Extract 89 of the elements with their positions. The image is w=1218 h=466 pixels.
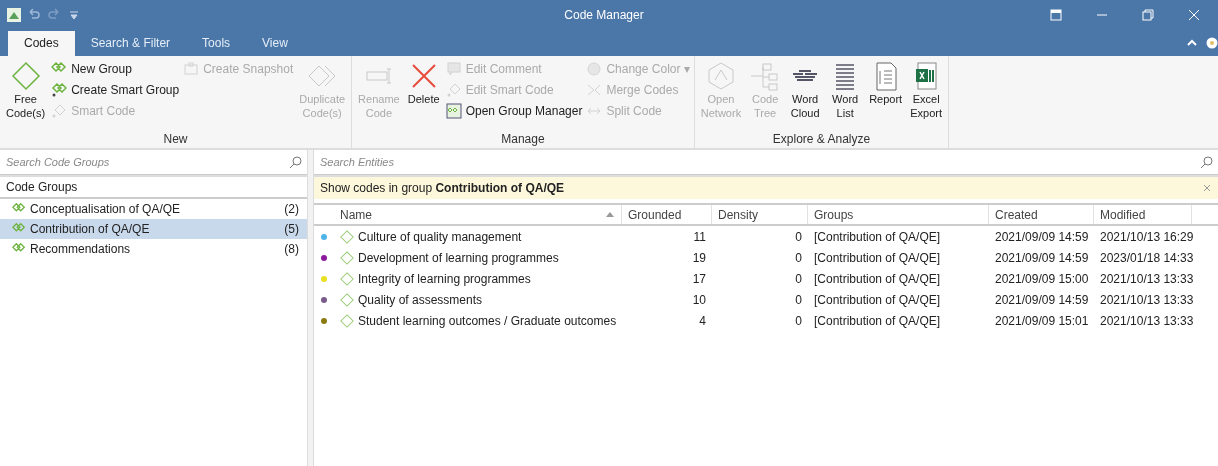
table-cell: 4 bbox=[699, 313, 706, 328]
network-icon bbox=[705, 60, 737, 92]
search-field[interactable]: Search Entities bbox=[318, 155, 1200, 169]
column-header[interactable]: Groups bbox=[808, 205, 989, 224]
table-cell: 2021/09/09 15:00 bbox=[995, 271, 1089, 286]
filter-message: Show codes in group Contribution of QA/QE bbox=[320, 181, 565, 195]
table-cell: 2021/09/09 14:59 bbox=[995, 292, 1089, 307]
column-header[interactable]: Name bbox=[334, 205, 622, 224]
table-cell: 2021/10/13 13:33 bbox=[1100, 292, 1194, 307]
group-label: Explore & Analyze bbox=[771, 132, 872, 146]
ribbon-button[interactable]: Excel Export bbox=[908, 60, 945, 132]
diamond-icon bbox=[9, 60, 42, 92]
ribbon-tab[interactable]: View bbox=[246, 31, 304, 56]
item-label: Contribution of QA/QE bbox=[30, 222, 151, 236]
column-header[interactable]: Modified bbox=[1094, 205, 1192, 224]
table-cell: [Contribution of QA/QE] bbox=[814, 271, 941, 286]
close-icon[interactable] bbox=[1202, 183, 1212, 193]
table-cell: 2021/10/13 16:29 bbox=[1100, 229, 1194, 244]
ribbon-display-icon[interactable] bbox=[1048, 7, 1064, 23]
table-cell: Development of learning programmes bbox=[358, 250, 559, 265]
table-cell: 0 bbox=[795, 292, 802, 307]
ribbon-button[interactable]: New Group bbox=[51, 60, 180, 78]
merge-icon bbox=[586, 82, 603, 98]
search-icon[interactable] bbox=[1200, 155, 1214, 169]
table-cell: [Contribution of QA/QE] bbox=[814, 313, 941, 328]
code-diamond-icon bbox=[340, 313, 354, 328]
ribbon-tab[interactable]: Tools bbox=[186, 31, 247, 56]
item-label: Conceptualisation of QA/QE bbox=[30, 202, 182, 216]
list-item[interactable]: Conceptualisation of QA/QE (2) bbox=[0, 199, 307, 219]
ribbon-button[interactable]: Word Cloud bbox=[787, 60, 824, 132]
table-cell: 2021/09/09 14:59 bbox=[995, 250, 1089, 265]
column-header[interactable]: Grounded bbox=[622, 205, 712, 224]
table-cell: 2023/01/18 14:33 bbox=[1100, 250, 1194, 265]
code-diamond-icon bbox=[340, 229, 354, 244]
table-cell: 0 bbox=[795, 229, 802, 244]
ribbon-button[interactable]: Create Smart Group bbox=[51, 81, 180, 99]
ribbon-tab[interactable]: Search & Filter bbox=[74, 31, 187, 56]
table-cell: 10 bbox=[692, 292, 706, 307]
column-header[interactable]: Code Groups bbox=[0, 175, 307, 199]
table-cell: 0 bbox=[795, 313, 802, 328]
code-diamond-icon bbox=[340, 292, 354, 307]
smart-group-icon bbox=[51, 82, 68, 98]
table-cell: [Contribution of QA/QE] bbox=[814, 229, 941, 244]
table-cell: [Contribution of QA/QE] bbox=[814, 292, 941, 307]
help-icon[interactable] bbox=[1206, 37, 1218, 49]
table-cell: 17 bbox=[692, 271, 706, 286]
snapshot-icon bbox=[183, 61, 200, 77]
group-manager-icon bbox=[445, 103, 462, 119]
list-item[interactable]: Contribution of QA/QE (5) bbox=[0, 219, 307, 239]
table-cell: 11 bbox=[693, 229, 706, 244]
table-cell: 2021/10/13 13:33 bbox=[1100, 313, 1194, 328]
table-cell: 2021/10/13 13:33 bbox=[1100, 271, 1194, 286]
table-cell: 2021/09/09 14:59 bbox=[995, 229, 1089, 244]
search-icon[interactable] bbox=[289, 155, 303, 169]
table-cell: 0 bbox=[795, 271, 802, 286]
code-diamond-icon bbox=[340, 250, 354, 265]
column-header[interactable]: Created bbox=[989, 205, 1094, 224]
group-label: New bbox=[162, 132, 189, 146]
table-cell: [Contribution of QA/QE] bbox=[814, 250, 941, 265]
ribbon-tab[interactable]: Codes bbox=[8, 31, 75, 56]
palette-icon bbox=[586, 61, 603, 77]
ribbon-button[interactable]: Report bbox=[867, 60, 905, 132]
smart-code-icon bbox=[51, 103, 68, 119]
item-label: Recommendations bbox=[30, 242, 132, 256]
close-icon[interactable] bbox=[1186, 7, 1202, 23]
list-item[interactable]: Recommendations (8) bbox=[0, 239, 307, 259]
search-field[interactable]: Search Code Groups bbox=[4, 155, 289, 169]
item-count: (2) bbox=[284, 202, 299, 216]
column-header[interactable]: Density bbox=[712, 205, 808, 224]
table-cell: 0 bbox=[795, 250, 802, 265]
group-label: Manage bbox=[500, 132, 546, 146]
comment-icon bbox=[445, 61, 462, 77]
ribbon-button[interactable]: Word List bbox=[827, 60, 864, 132]
item-count: (8) bbox=[284, 242, 299, 256]
table-cell: Quality of assessments bbox=[358, 292, 483, 307]
ribbon-button[interactable]: Free Code(s) bbox=[4, 60, 48, 132]
table-cell: Student learning outcomes / Graduate outcomes bbox=[358, 313, 617, 328]
code-diamond-icon bbox=[340, 271, 354, 286]
ribbon-button[interactable]: Delete bbox=[405, 60, 442, 132]
table-cell: Culture of quality management bbox=[358, 229, 522, 244]
table-cell: Integrity of learning programmes bbox=[358, 271, 531, 286]
restore-icon[interactable] bbox=[1140, 7, 1156, 23]
smart-code-icon bbox=[445, 82, 462, 98]
ribbon-button[interactable]: Open Group Manager bbox=[445, 102, 583, 120]
table-cell: 2021/09/09 15:01 bbox=[995, 313, 1089, 328]
window-title: Code Manager bbox=[563, 8, 645, 22]
app-icon[interactable] bbox=[6, 7, 22, 23]
table-cell: 19 bbox=[692, 250, 706, 265]
item-count: (5) bbox=[284, 222, 299, 236]
